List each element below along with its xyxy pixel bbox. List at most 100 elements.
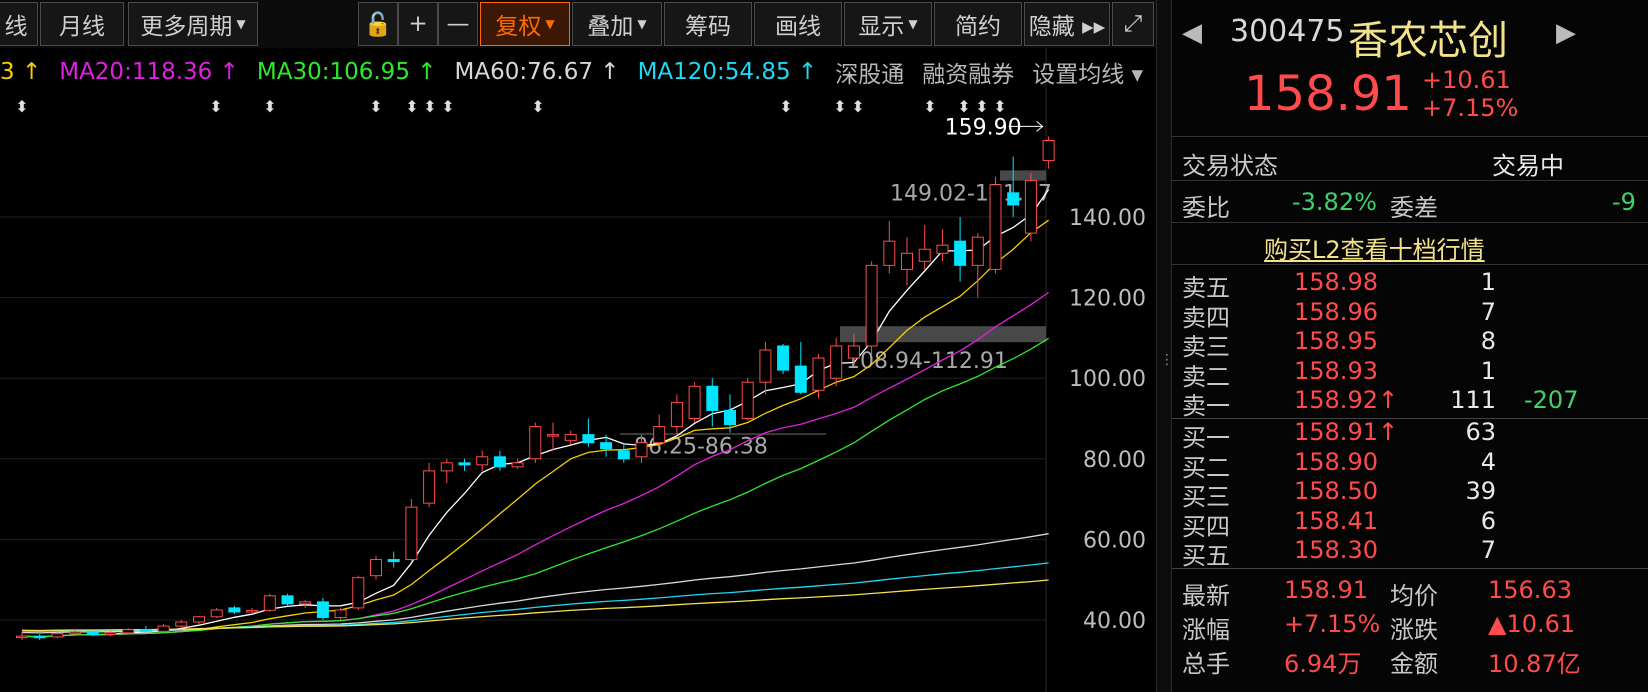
more-periods-dropdown[interactable]: 更多周期 ▼ <box>128 2 258 46</box>
orderbook-row[interactable]: 卖五 158.98 1 <box>1172 268 1648 302</box>
orderbook-level-label: 卖一 <box>1182 392 1230 420</box>
candle-body <box>547 434 559 437</box>
chevron-down-icon: ▼ <box>637 17 647 31</box>
zoom-out-button[interactable]: — <box>438 2 478 46</box>
orderbook-price: 158.98 <box>1294 268 1378 296</box>
candle-body <box>263 595 276 611</box>
event-marker-icon: ⬍ <box>405 97 418 116</box>
candle-body <box>865 264 878 347</box>
candle-body <box>33 635 46 639</box>
chevron-down-icon: ▼ <box>908 17 918 31</box>
l2-link[interactable]: 购买L2查看十档行情 <box>1264 230 1485 265</box>
candle-body <box>777 345 790 371</box>
adjust-dropdown-label: 复权 <box>495 14 542 40</box>
orderbook-row[interactable]: 买五 158.30 7 <box>1172 536 1648 570</box>
weicha-value: -9 <box>1612 188 1636 216</box>
event-marker-icon: ⬍ <box>993 97 1006 116</box>
ma-legend-item[interactable]: 设置均线 ▾ <box>1032 55 1143 89</box>
candle-body <box>936 244 949 254</box>
stats-label: 涨幅 <box>1182 616 1230 644</box>
kline-chart[interactable]: 140.00 120.00 100.00 80.00 60.00 40.00 149.02-… <box>0 48 1156 692</box>
orderbook-row[interactable]: 买三 158.50 39 <box>1172 477 1648 511</box>
more-periods-dropdown-label: 更多周期 <box>140 14 233 40</box>
y-tick-label: 60.00 <box>1083 528 1146 553</box>
overlay-dropdown[interactable]: 叠加 ▼ <box>572 2 662 46</box>
last-price: 158.91 <box>1244 66 1412 122</box>
simple-button[interactable]: 简约 <box>934 2 1022 46</box>
ma-legend-item: 3 ↑ <box>0 59 42 85</box>
simple-button-label: 简约 <box>955 14 1001 40</box>
orderbook-price: 158.30 <box>1294 536 1378 564</box>
candle-body <box>794 365 807 393</box>
hide-button-label: 隐藏 ▸▸ <box>1028 14 1106 40</box>
event-marker-icon: ⬍ <box>833 97 846 116</box>
candle-body <box>352 577 365 609</box>
ma-legend-item[interactable]: 深股通 <box>835 55 904 89</box>
event-marker-icon: ⬍ <box>531 97 544 116</box>
stats-value: 156.63 <box>1488 576 1572 604</box>
event-marker-icon: ⬍ <box>779 97 792 116</box>
orderbook-row[interactable]: 卖四 158.96 7 <box>1172 298 1648 332</box>
display-dropdown[interactable]: 显示 ▼ <box>844 2 932 46</box>
quote-panel: ◀ 300475 香农芯创 ▶ 158.91 +10.61 +7.15% 交易状… <box>1172 0 1648 692</box>
prev-stock-icon[interactable]: ◀ <box>1182 18 1202 48</box>
event-marker-icon: ⬍ <box>975 97 988 116</box>
orderbook-change: -207 <box>1524 386 1579 414</box>
candle-body <box>1007 192 1020 206</box>
stats-value: 6.94万 <box>1284 650 1362 678</box>
orderbook-row[interactable]: 买一 158.91↑ 63 <box>1172 418 1648 452</box>
draw-line-button-label: 画线 <box>775 14 821 40</box>
price-header: 158.91 +10.61 +7.15% <box>1172 64 1648 124</box>
draw-line-button[interactable]: 画线 <box>754 2 842 46</box>
candle-body <box>440 462 453 472</box>
ma-legend-item[interactable]: 融资融券 <box>922 55 1014 89</box>
candle-body <box>741 381 754 420</box>
event-marker-icon: ⬍ <box>851 97 864 116</box>
kline-svg[interactable]: 140.00120.00100.0080.0060.0040.00149.02-… <box>0 48 1156 692</box>
candle-body <box>706 385 719 411</box>
adjust-dropdown[interactable]: 复权 ▼ <box>480 2 570 46</box>
orderbook-row[interactable]: 卖三 158.95 8 <box>1172 327 1648 361</box>
fullscreen-button[interactable]: ⤢ <box>1112 2 1154 46</box>
candle-body <box>954 240 967 266</box>
event-marker-icon: ⬍ <box>423 97 436 116</box>
candle-body <box>847 345 860 359</box>
zoom-in-button[interactable]: + <box>398 2 438 46</box>
period-day-button[interactable]: 线 <box>0 2 38 46</box>
y-tick-label: 100.00 <box>1069 367 1146 392</box>
period-month-button[interactable]: 月线 <box>40 2 124 46</box>
candle-body <box>511 462 524 468</box>
orderbook-row[interactable]: 卖二 158.93 1 <box>1172 356 1648 391</box>
hide-button[interactable]: 隐藏 ▸▸ <box>1024 2 1110 46</box>
orderbook-row[interactable]: 买四 158.41 6 <box>1172 506 1648 541</box>
stock-name: 香农芯创 <box>1348 18 1508 64</box>
orderbook-price: 158.90 <box>1294 447 1378 476</box>
candle-body <box>86 631 99 636</box>
panel-splitter[interactable] <box>1156 0 1172 692</box>
chips-button[interactable]: 筹码 <box>664 2 752 46</box>
orderbook-volume: 7 <box>1480 536 1496 564</box>
next-stock-icon[interactable]: ▶ <box>1556 18 1576 48</box>
candle-body <box>971 236 984 266</box>
candle-body <box>175 621 188 627</box>
candle-body <box>670 401 683 428</box>
period-day-button-label: 线 <box>4 14 28 40</box>
orderbook-volume: 1 <box>1480 268 1496 296</box>
divider <box>1172 568 1648 569</box>
candle-body <box>759 349 772 383</box>
candle-body <box>493 456 506 468</box>
orderbook-price: 158.41 <box>1294 506 1378 535</box>
orderbook-volume: 1 <box>1480 356 1496 385</box>
high-price-label: 159.90 <box>945 115 1022 140</box>
lock-button-label: 🔓 <box>363 11 393 38</box>
candle-body <box>989 184 1002 270</box>
lock-button[interactable]: 🔓 <box>358 2 398 46</box>
event-marker-icon: ⬍ <box>209 97 222 116</box>
candle-body <box>334 609 347 619</box>
candle-body <box>228 607 241 613</box>
candle-body <box>688 385 701 420</box>
candle-body <box>529 426 542 460</box>
candle-body <box>1024 180 1037 234</box>
orderbook-row[interactable]: 卖一 158.92↑ 111 -207 <box>1172 386 1648 420</box>
orderbook-row[interactable]: 买二 158.90 4 <box>1172 447 1648 482</box>
